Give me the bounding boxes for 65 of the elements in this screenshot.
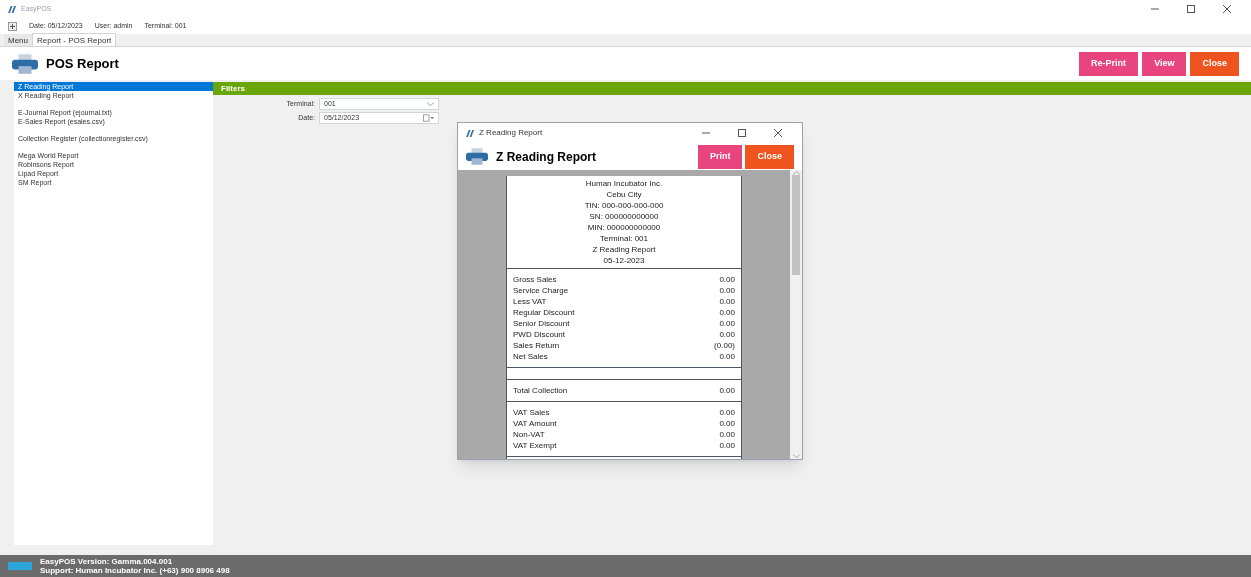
dialog-title: Z Reading Report (479, 127, 543, 139)
version-text: EasyPOS Version: Gamma.004.001 (40, 557, 174, 566)
chevron-down-icon[interactable] (792, 454, 800, 459)
company-logo-icon (8, 562, 32, 570)
receipt-row-label: Service Charge (513, 285, 569, 296)
printer-icon (466, 148, 488, 165)
receipt-row-label: PWD Discount (513, 329, 565, 340)
expand-icon[interactable] (8, 21, 17, 31)
close-button[interactable]: Close (1190, 51, 1239, 76)
app-logo-icon (8, 5, 17, 13)
receipt-row-value: 0.00 (719, 440, 735, 451)
receipt-header-line: MIN: 000000000000 (587, 222, 661, 233)
receipt-row-value: 0.00 (719, 274, 735, 285)
view-button[interactable]: View (1142, 51, 1187, 76)
restore-icon[interactable] (1187, 5, 1195, 13)
dialog-heading: Z Reading Report (496, 148, 596, 166)
receipt-row-label: VAT Amount (513, 418, 557, 429)
app-logo-icon (466, 129, 475, 137)
receipt-header-line: SN: 000000000000 (589, 211, 659, 222)
filters-header: Filters (213, 82, 1251, 95)
receipt-row-value: (0.00) (714, 340, 735, 351)
close-button[interactable]: Close (745, 144, 794, 169)
receipt-row-value: 0.00 (719, 418, 735, 429)
receipt-header-line: TIN: 000-000-000-000 (584, 200, 664, 211)
receipt-row-value: 0.00 (719, 385, 735, 396)
tab[interactable]: Report - POS Report (32, 33, 117, 46)
receipt-row-label: Net Sales (513, 351, 548, 362)
close-icon[interactable] (1223, 5, 1231, 13)
receipt-row-value: 0.00 (719, 351, 735, 362)
receipt-header-line: 05-12-2023 (603, 255, 645, 266)
close-icon[interactable] (774, 129, 782, 137)
scrollbar[interactable] (790, 170, 802, 459)
chevron-up-icon[interactable] (792, 170, 800, 175)
tab[interactable]: Menu (4, 34, 32, 46)
scrollbar-thumb[interactable] (792, 175, 800, 275)
support-text: Support: Human Incubator Inc. (+63) 900 8906 498 (40, 566, 230, 575)
receipt-row-value: 0.00 (719, 285, 735, 296)
receipt-header-line: Human Incubator Inc. (585, 178, 663, 189)
receipt-row-label: Senior Discount (513, 318, 570, 329)
minimize-icon[interactable] (702, 129, 710, 137)
receipt-row-label: Sales Return (513, 340, 560, 351)
calendar-icon[interactable] (423, 114, 434, 122)
minimize-icon[interactable] (1151, 5, 1159, 13)
reprint-button[interactable]: Re-Print (1079, 51, 1139, 76)
receipt-row-value: 0.00 (719, 318, 735, 329)
receipt-row-label: VAT Sales (513, 407, 550, 418)
receipt-row-label: Regular Discount (513, 307, 575, 318)
receipt-row-value: 0.00 (719, 329, 735, 340)
page-title: POS Report (46, 54, 119, 73)
chevron-down-icon[interactable] (427, 101, 434, 107)
receipt-row-label: Less VAT (513, 296, 547, 307)
receipt-header-line: Z Reading Report (592, 244, 656, 255)
receipt-row-label: Total Collection (513, 385, 568, 396)
printer-icon (12, 53, 38, 74)
receipt-row-value: 0.00 (719, 429, 735, 440)
receipt-row-label: Non-VAT (513, 429, 545, 440)
receipt-row-label: Gross Sales (513, 274, 557, 285)
receipt-row-value: 0.00 (719, 296, 735, 307)
receipt-row-label: VAT Exempt (513, 440, 557, 451)
print-button[interactable]: Print (697, 144, 743, 169)
receipt-header-line: Terminal: 001 (600, 233, 648, 244)
receipt-row-value: 0.00 (719, 407, 735, 418)
receipt-header-line: Cebu City (606, 189, 642, 200)
receipt-row-value: 0.00 (719, 307, 735, 318)
maximize-icon[interactable] (738, 129, 746, 137)
